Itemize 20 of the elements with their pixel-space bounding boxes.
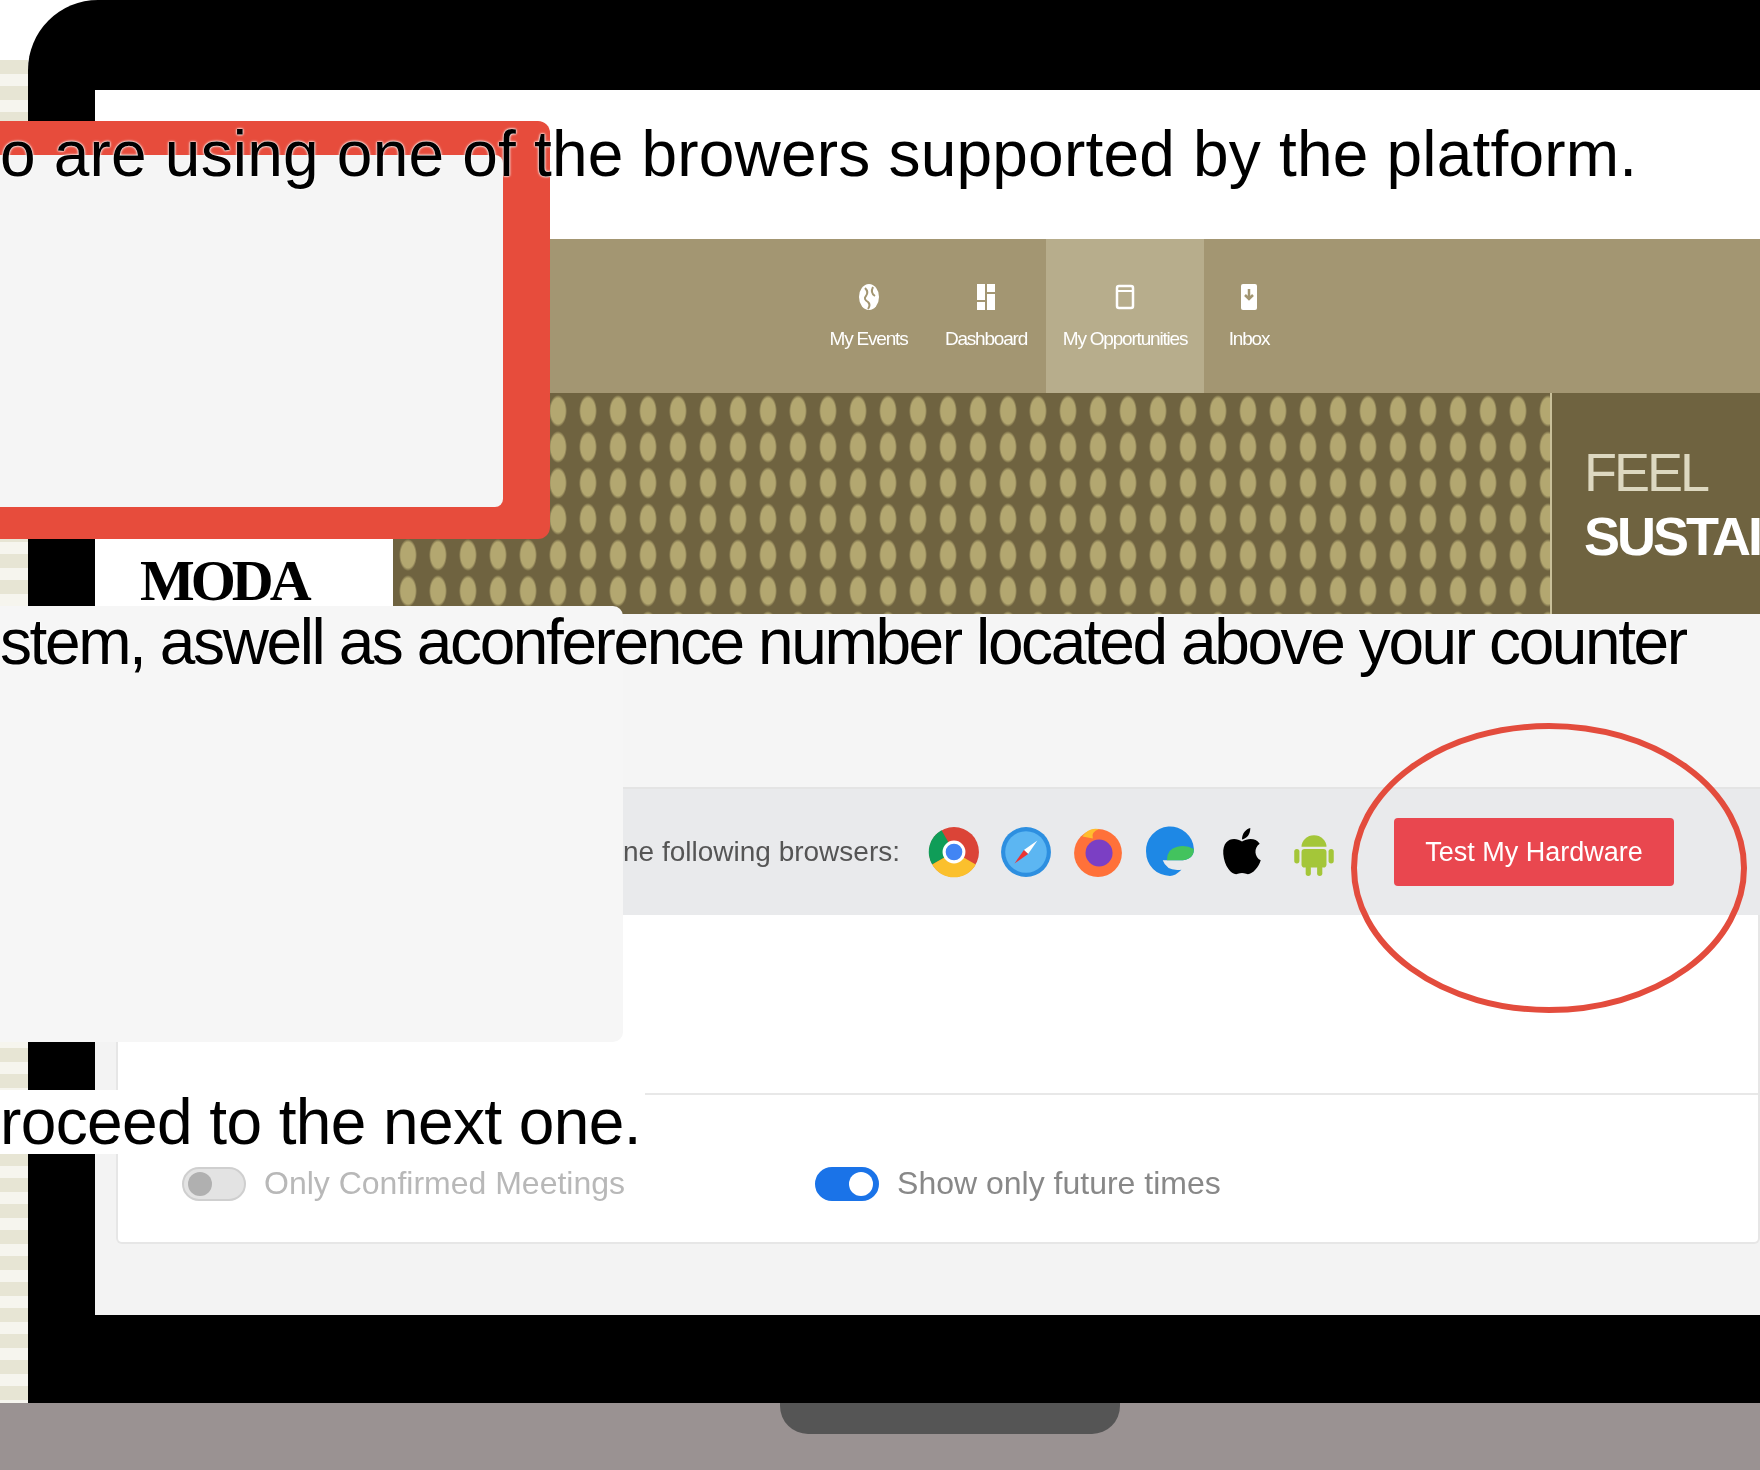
document-icon bbox=[1113, 282, 1137, 312]
browsers-label: ne following browsers: bbox=[623, 836, 901, 868]
nav-tab[interactable]: My Opportunities bbox=[1046, 239, 1204, 393]
banner-headline: FEEL bbox=[1584, 444, 1709, 499]
test-hardware-button[interactable]: Test My Hardware bbox=[1394, 818, 1675, 886]
nav-tab[interactable]: My Events bbox=[811, 239, 926, 393]
logo-text: MODA bbox=[140, 552, 308, 614]
compass-icon bbox=[1000, 826, 1053, 878]
banner-headline: SUSTAI bbox=[1584, 508, 1760, 563]
fox-globe-icon bbox=[1072, 826, 1125, 878]
swirl-logo-icon bbox=[1144, 826, 1197, 878]
globe-icon bbox=[856, 282, 881, 312]
toggle-label: Show only future times bbox=[897, 1165, 1221, 1202]
caption-text: roceed to the next one. bbox=[0, 1090, 645, 1154]
toggle-switch[interactable] bbox=[815, 1166, 880, 1201]
circle-logo-icon bbox=[928, 826, 981, 878]
dashboard-icon bbox=[974, 282, 998, 312]
nav-tab[interactable]: Dashboard bbox=[926, 239, 1046, 393]
toggle-label: Only Confirmed Meetings bbox=[264, 1165, 626, 1202]
nav-tab[interactable]: Inbox bbox=[1204, 239, 1294, 393]
